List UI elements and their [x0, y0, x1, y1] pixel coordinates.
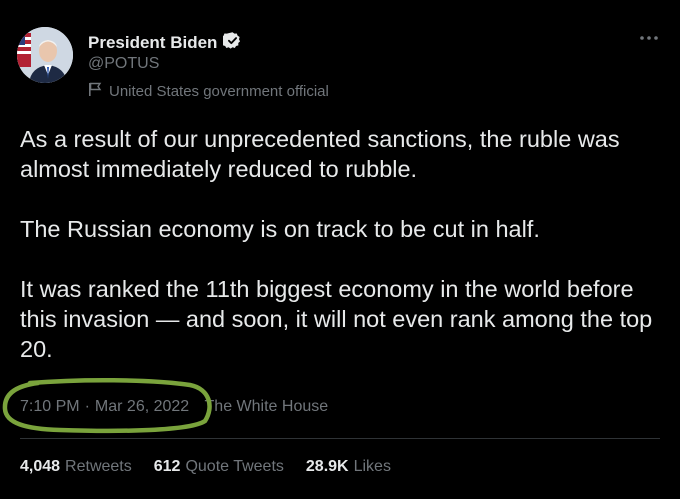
quote-tweets-stat[interactable]: 612 Quote Tweets: [154, 458, 284, 476]
likes-count: 28.9K: [305, 458, 349, 475]
likes-stat[interactable]: 28.9K Likes: [306, 458, 391, 476]
flag-icon: [88, 82, 102, 101]
avatar-photo: [17, 27, 73, 83]
tweet-paragraph: As a result of our unprecedented sanctio…: [20, 126, 620, 182]
tweet-paragraph: It was ranked the 11th biggest economy i…: [20, 276, 653, 362]
more-icon[interactable]: [638, 31, 660, 45]
meta-separator: ·: [84, 398, 90, 415]
tweet-meta: 7:10 PM · Mar 26, 2022 · The White House: [20, 398, 328, 416]
tweet-text: As a result of our unprecedented sanctio…: [20, 124, 660, 364]
quote-tweets-count: 612: [153, 458, 181, 475]
tweet-time[interactable]: 7:10 PM: [20, 398, 80, 416]
author-name[interactable]: President Biden: [88, 33, 217, 53]
divider: [20, 438, 660, 439]
quote-tweets-label: Quote Tweets: [185, 458, 284, 475]
government-label[interactable]: United States government official: [88, 82, 329, 101]
tweet-date[interactable]: Mar 26, 2022: [95, 398, 189, 416]
author-handle[interactable]: @POTUS: [88, 55, 159, 73]
retweets-label: Retweets: [65, 458, 132, 475]
tweet-source[interactable]: The White House: [205, 398, 329, 416]
likes-label: Likes: [353, 458, 391, 475]
author-name-row: President Biden: [88, 31, 242, 55]
retweets-count: 4,048: [20, 458, 61, 475]
tweet-stats: 4,048 Retweets 612 Quote Tweets 28.9K Likes: [20, 458, 391, 476]
government-label-text: United States government official: [109, 83, 329, 100]
retweets-stat[interactable]: 4,048 Retweets: [20, 458, 132, 476]
avatar[interactable]: [17, 27, 73, 83]
verified-badge-icon: [221, 31, 242, 55]
tweet-paragraph: The Russian economy is on track to be cu…: [20, 216, 540, 242]
